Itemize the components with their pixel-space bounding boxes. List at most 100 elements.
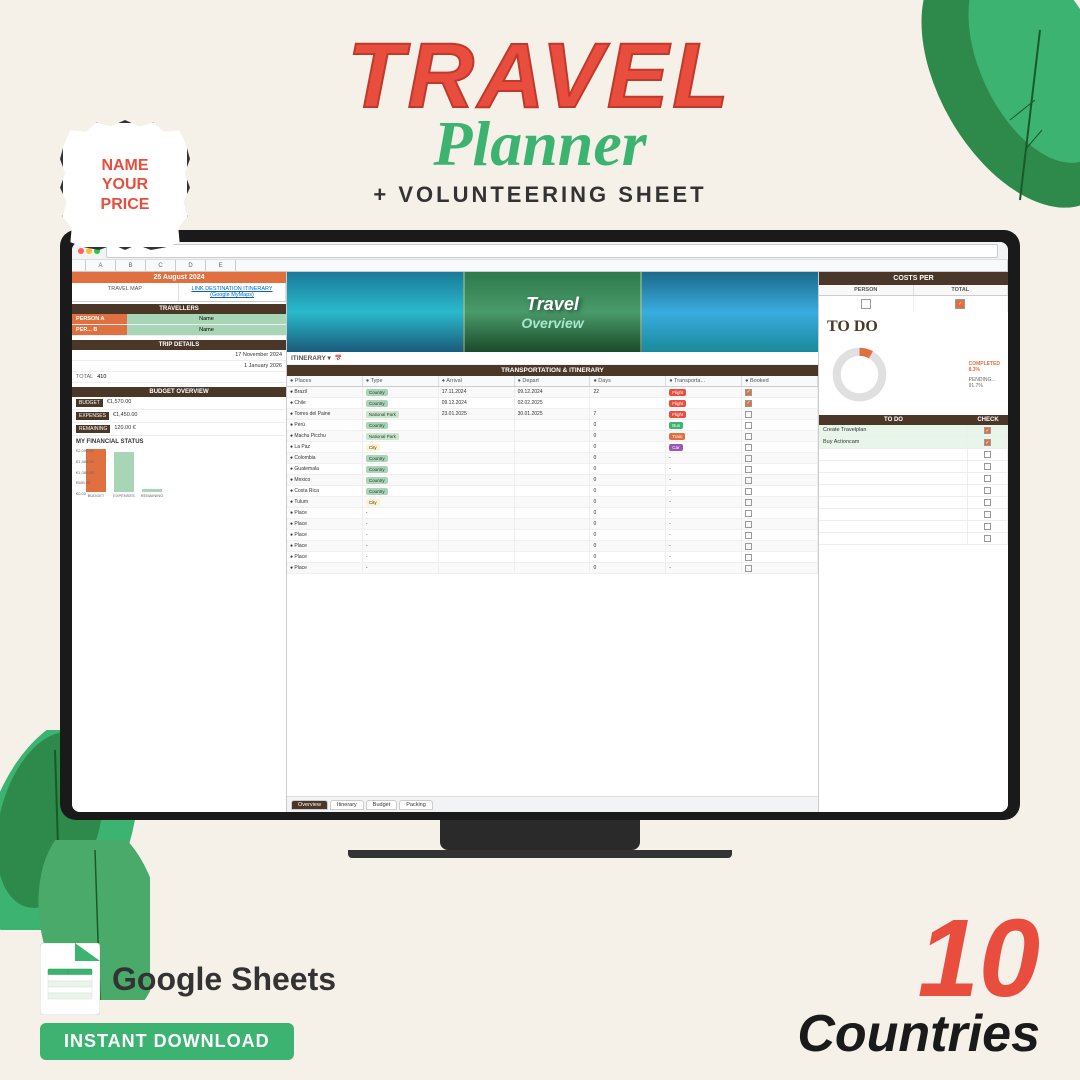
right-panel: COSTS PER PERSON TOTAL ✓ (818, 272, 1008, 812)
booked-checkbox[interactable] (745, 466, 752, 473)
td-type: - (363, 563, 439, 573)
total-label: TOTAL (76, 374, 93, 380)
booked-checkbox[interactable] (745, 411, 752, 418)
person-checkbox[interactable] (861, 299, 871, 309)
todo-row-1: Create Travelplan ✓ (819, 425, 1008, 437)
booked-checkbox[interactable]: ✓ (745, 389, 752, 396)
todo-checkbox-empty[interactable] (984, 535, 991, 542)
booked-checkbox[interactable]: ✓ (745, 400, 752, 407)
booked-checkbox[interactable] (745, 554, 752, 561)
nav-travel-map[interactable]: TRAVEL MAP (72, 283, 179, 301)
td-booked (742, 409, 818, 419)
instant-download-badge[interactable]: INSTANT DOWNLOAD (40, 1023, 294, 1060)
booked-checkbox[interactable] (745, 455, 752, 462)
todo-checkbox-empty[interactable] (984, 451, 991, 458)
todo-checkbox-empty[interactable] (984, 499, 991, 506)
row-number-header (72, 260, 86, 271)
remaining-label: REMAINING (76, 425, 110, 433)
td-transport: - (666, 475, 742, 485)
travellers-header: TRAVELLERS (72, 304, 286, 314)
todo-row-empty (819, 473, 1008, 485)
td-place: ● Machu Picchu (287, 431, 363, 441)
nav-link-destination[interactable]: LINK DESTINATION ITINERARY (Google MyMap… (179, 283, 286, 301)
type-badge: Country (366, 466, 388, 473)
td-transport: - (666, 497, 742, 507)
todo-checkbox-empty[interactable] (984, 463, 991, 470)
budget-label: BUDGET (76, 399, 103, 407)
todo-checkbox-empty[interactable] (984, 487, 991, 494)
td-b (515, 541, 591, 551)
booked-checkbox[interactable] (745, 477, 752, 484)
todo-check-1: ✓ (968, 425, 1008, 436)
todo-task-1: Create Travelplan (819, 425, 968, 436)
td-days: 0 (590, 552, 666, 562)
booked-checkbox[interactable] (745, 422, 752, 429)
booked-checkbox[interactable] (745, 565, 752, 572)
td-transport: - (666, 519, 742, 529)
completed-label: COMPLETED 8.3% (969, 361, 1000, 373)
todo-th-task: TO DO (819, 415, 968, 425)
td-booked (742, 442, 818, 452)
person-a-name[interactable]: Name (127, 314, 286, 324)
todo-checkbox-empty[interactable] (984, 523, 991, 530)
todo-table-header: TO DO CHECK (819, 415, 1008, 425)
td-a (439, 552, 515, 562)
price-badge-text: NAME YOUR PRICE (101, 156, 150, 214)
table-row: ● Place-0- (287, 530, 818, 541)
td-days: 0 (590, 464, 666, 474)
laptop-mockup: A B C D E 25 August 2024 TRAVEL MAP LINK… (60, 230, 1020, 850)
transport-badge: Train (669, 433, 685, 440)
type-badge: Country (366, 389, 388, 396)
table-row: ● La Paz City 0 Car (287, 442, 818, 453)
td-booked (742, 497, 818, 507)
table-row: ● Mexico Country 0- (287, 475, 818, 486)
costs-person-checkbox (819, 296, 914, 312)
booked-checkbox[interactable] (745, 499, 752, 506)
td-transport: Flight (666, 387, 742, 397)
booked-checkbox[interactable] (745, 444, 752, 451)
expenses-label: EXPENSES (76, 412, 109, 420)
todo-checkbox-empty[interactable] (984, 511, 991, 518)
total-checkbox[interactable]: ✓ (955, 299, 965, 309)
td-type: Country (363, 398, 439, 408)
td-booked (742, 541, 818, 551)
tab-packing[interactable]: Packing (399, 800, 433, 810)
middle-panel: Travel Overview ITINERARY ▾ 📅 TRANSPORTA… (287, 272, 818, 812)
booked-checkbox[interactable] (745, 521, 752, 528)
tab-overview[interactable]: Overview (291, 800, 328, 810)
booked-checkbox[interactable] (745, 488, 752, 495)
tab-itinerary[interactable]: Itinerary (330, 800, 364, 810)
laptop-screen: A B C D E 25 August 2024 TRAVEL MAP LINK… (72, 242, 1008, 812)
booked-checkbox[interactable] (745, 532, 752, 539)
th-type: ● Type (363, 376, 439, 386)
td-place: ● Place (287, 563, 363, 573)
formula-bar[interactable] (106, 244, 998, 258)
td-arrival (439, 420, 515, 430)
tab-budget[interactable]: Budget (366, 800, 397, 810)
total-value: 410 (97, 374, 106, 380)
todo-checkbox-1[interactable]: ✓ (984, 427, 991, 434)
td-transport: - (666, 453, 742, 463)
person-a-label: PERSON A (72, 314, 127, 324)
booked-checkbox[interactable] (745, 543, 752, 550)
trip-end-date: 1 January 2026 (244, 363, 282, 369)
td-b (515, 552, 591, 562)
nav-row: TRAVEL MAP LINK DESTINATION ITINERARY (G… (72, 283, 286, 302)
table-row: ● Place-0- (287, 552, 818, 563)
todo-row-empty (819, 533, 1008, 545)
person-b-name[interactable]: Name (127, 325, 286, 335)
gs-logo-row: Google Sheets (40, 943, 336, 1015)
td-transport: - (666, 464, 742, 474)
col-header-row: A B C D E (72, 260, 1008, 272)
itinerary-label: ITINERARY ▾ (291, 354, 331, 362)
td-arrival (439, 442, 515, 452)
td-transport: Bus (666, 420, 742, 430)
booked-checkbox[interactable] (745, 433, 752, 440)
table-row: ● Place-0- (287, 508, 818, 519)
trip-start-row: 17 November 2024 (72, 350, 286, 361)
td-days: 22 (590, 387, 666, 397)
donut-labels: COMPLETED 8.3% PENDING... 91.7% (969, 361, 1000, 389)
todo-checkbox-empty[interactable] (984, 475, 991, 482)
todo-checkbox-2[interactable]: ✓ (984, 439, 991, 446)
booked-checkbox[interactable] (745, 510, 752, 517)
